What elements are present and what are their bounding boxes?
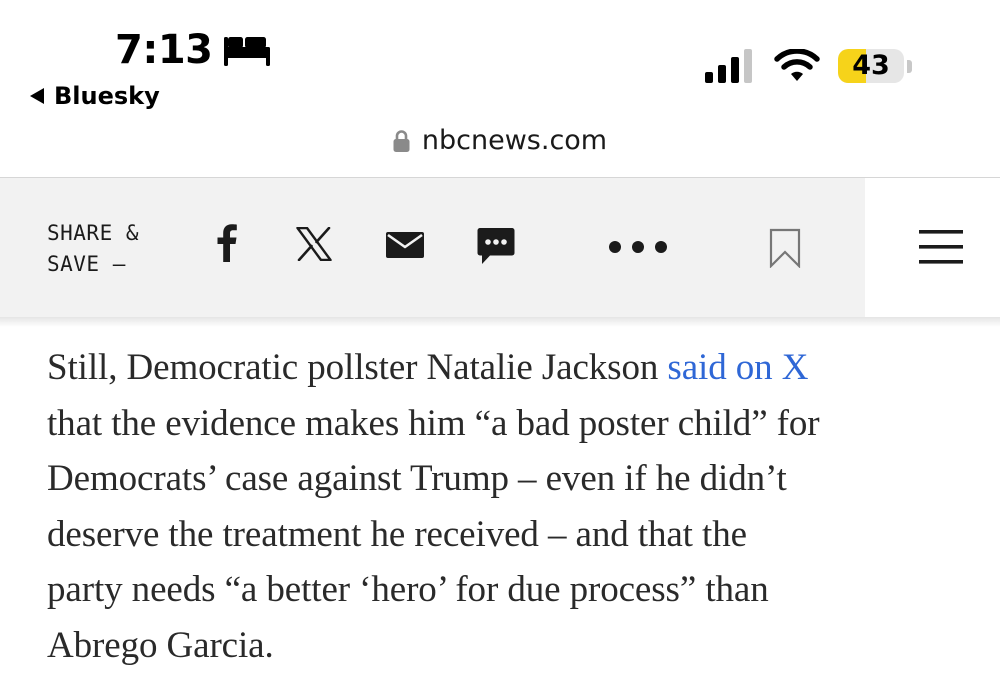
more-dots-icon	[609, 241, 667, 253]
article-paragraph: Still, Democratic pollster Natalie Jacks…	[47, 340, 967, 673]
back-app-label: Bluesky	[54, 82, 160, 110]
status-indicators: 43	[704, 48, 912, 84]
signal-icon	[705, 49, 752, 83]
article-line: party needs “a better ‘hero’ for due pro…	[47, 569, 769, 610]
address-bar[interactable]: nbcnews.com	[0, 124, 1000, 158]
page: 7:13 Bluesky 43 nbcnews.com SHARE & SAVE…	[0, 0, 1000, 681]
back-to-app-button[interactable]: Bluesky	[28, 82, 160, 110]
share-email-button[interactable]	[383, 230, 427, 260]
toolbar-shadow	[0, 317, 1000, 327]
share-sms-button[interactable]	[474, 226, 518, 268]
back-triangle-icon	[30, 88, 44, 104]
share-x-button[interactable]	[293, 224, 335, 264]
article-text-segment: Still, Democratic pollster Natalie Jacks…	[47, 347, 668, 388]
bed-icon	[223, 37, 270, 66]
url-text: nbcnews.com	[421, 125, 608, 156]
x-icon	[296, 227, 332, 261]
article-line: Still, Democratic pollster Natalie Jacks…	[47, 340, 967, 396]
article-line: Abrego Garcia.	[47, 624, 274, 666]
wifi-icon	[774, 49, 820, 81]
menu-button[interactable]	[912, 224, 970, 270]
share-save-label: SHARE & SAVE —	[47, 218, 139, 280]
share-facebook-button[interactable]	[208, 222, 246, 264]
article-line: deserve the treatment he received – and …	[47, 513, 747, 555]
bookmark-icon	[769, 228, 801, 268]
battery-cap	[907, 59, 912, 73]
share-label-line2: SAVE —	[47, 252, 126, 276]
email-icon	[386, 232, 424, 258]
share-label-line1: SHARE &	[47, 221, 140, 245]
message-icon	[477, 228, 515, 264]
share-more-button[interactable]	[605, 234, 671, 260]
article-line: that the evidence makes him “a bad poste…	[47, 402, 820, 444]
said-on-x-link[interactable]: said on X	[667, 347, 808, 388]
status-time-group: 7:13	[115, 26, 271, 74]
article-line: Democrats’ case against Trump – even if …	[47, 458, 787, 499]
battery-icon: 43	[838, 49, 912, 83]
status-time: 7:13	[115, 27, 213, 73]
bookmark-button[interactable]	[766, 226, 804, 270]
lock-icon	[393, 130, 410, 152]
battery-body: 43	[838, 49, 904, 83]
facebook-icon	[217, 224, 237, 262]
hamburger-menu-icon	[919, 230, 963, 264]
battery-percentage: 43	[852, 50, 890, 81]
